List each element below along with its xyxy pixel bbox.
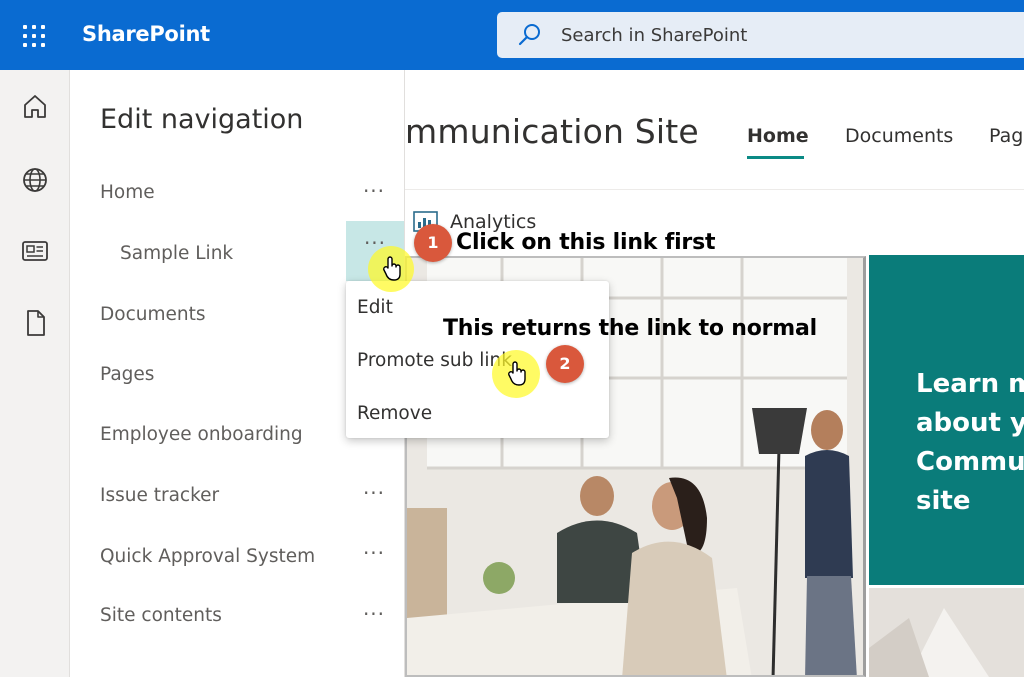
panel-title: Edit navigation (100, 104, 304, 135)
step-badge-2: 2 (546, 345, 584, 383)
nav-item-site-contents[interactable]: Site contents (100, 605, 222, 626)
site-nav-documents[interactable]: Documents (845, 125, 953, 147)
suite-bar: SharePoint (0, 0, 1024, 70)
hand-cursor-icon (508, 361, 526, 386)
nav-item-employee-onboarding[interactable]: Employee onboarding (100, 424, 303, 445)
promo-tile-image[interactable] (869, 588, 1024, 677)
promo-tile[interactable]: Learn more about your Communication site (869, 255, 1024, 585)
nav-item-quick-approval-more-icon[interactable]: ··· (357, 543, 391, 574)
promo-text: Learn more about your Communication site (916, 369, 1024, 516)
callout-step-2: This returns the link to normal (443, 316, 817, 341)
site-nav-pages[interactable]: Page (989, 125, 1024, 147)
nav-item-site-contents-more-icon[interactable]: ··· (357, 604, 391, 635)
nav-item-issue-tracker[interactable]: Issue tracker (100, 485, 219, 506)
site-title: mmunication Site (405, 112, 699, 151)
nav-item-quick-approval-system[interactable]: Quick Approval System (100, 546, 315, 567)
nav-item-home-more-icon[interactable]: ··· (357, 181, 391, 212)
site-nav-home[interactable]: Home (747, 125, 809, 147)
app-rail (0, 70, 70, 677)
nav-item-documents[interactable]: Documents (100, 304, 205, 325)
home-icon[interactable] (20, 92, 50, 122)
search-icon (518, 24, 540, 46)
nav-item-pages[interactable]: Pages (100, 364, 154, 385)
search-input[interactable] (561, 12, 1001, 58)
step-badge-1: 1 (414, 224, 452, 262)
news-icon[interactable] (20, 236, 50, 266)
promo-image (869, 588, 1024, 677)
menu-item-remove[interactable]: Remove (357, 403, 432, 424)
active-nav-indicator (747, 156, 804, 159)
nav-item-issue-tracker-more-icon[interactable]: ··· (357, 483, 391, 514)
globe-icon[interactable] (20, 165, 50, 195)
search-box[interactable] (497, 12, 1024, 58)
document-icon[interactable] (20, 308, 50, 338)
menu-item-edit[interactable]: Edit (357, 297, 393, 318)
site-header: mmunication Site Home Documents Page (405, 70, 1024, 190)
callout-step-1: Click on this link first (456, 230, 716, 255)
nav-item-sample-link[interactable]: Sample Link (120, 243, 233, 264)
nav-item-home[interactable]: Home (100, 182, 155, 203)
menu-item-promote-sub-link[interactable]: Promote sub link (357, 350, 512, 371)
app-launcher-icon[interactable] (20, 22, 48, 50)
app-name[interactable]: SharePoint (82, 22, 210, 46)
hand-cursor-icon (383, 256, 401, 281)
